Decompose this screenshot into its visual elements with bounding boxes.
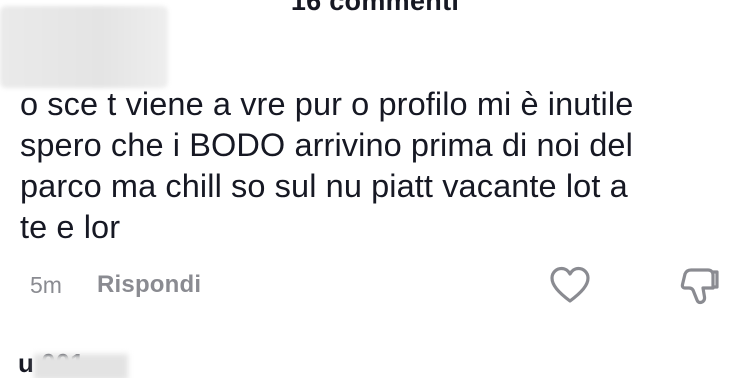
comment-timestamp: 5m <box>30 272 62 298</box>
next-comment-username[interactable]: u 001 <box>18 348 158 378</box>
comment-line: o sce t viene a vre pur o profilo mi è i… <box>20 86 634 122</box>
comment-text: o sce t viene a vre pur o profilo mi è i… <box>20 84 732 248</box>
next-username-blur <box>34 354 128 378</box>
reply-button[interactable]: Rispondi <box>97 271 201 299</box>
comment-line: parco ma chill so sul nu piatt vacante l… <box>20 168 628 204</box>
heart-outline-icon <box>550 266 590 303</box>
like-button[interactable] <box>548 264 592 308</box>
blurred-username <box>0 6 168 88</box>
dislike-button[interactable] <box>678 264 722 308</box>
comment-line: te e lor <box>20 209 121 245</box>
thumbs-down-outline-icon <box>680 268 719 305</box>
comment-actions-row: 5m Rispondi <box>0 264 750 308</box>
comment-line: spero che i BODO arrivino prima di noi d… <box>20 127 633 163</box>
